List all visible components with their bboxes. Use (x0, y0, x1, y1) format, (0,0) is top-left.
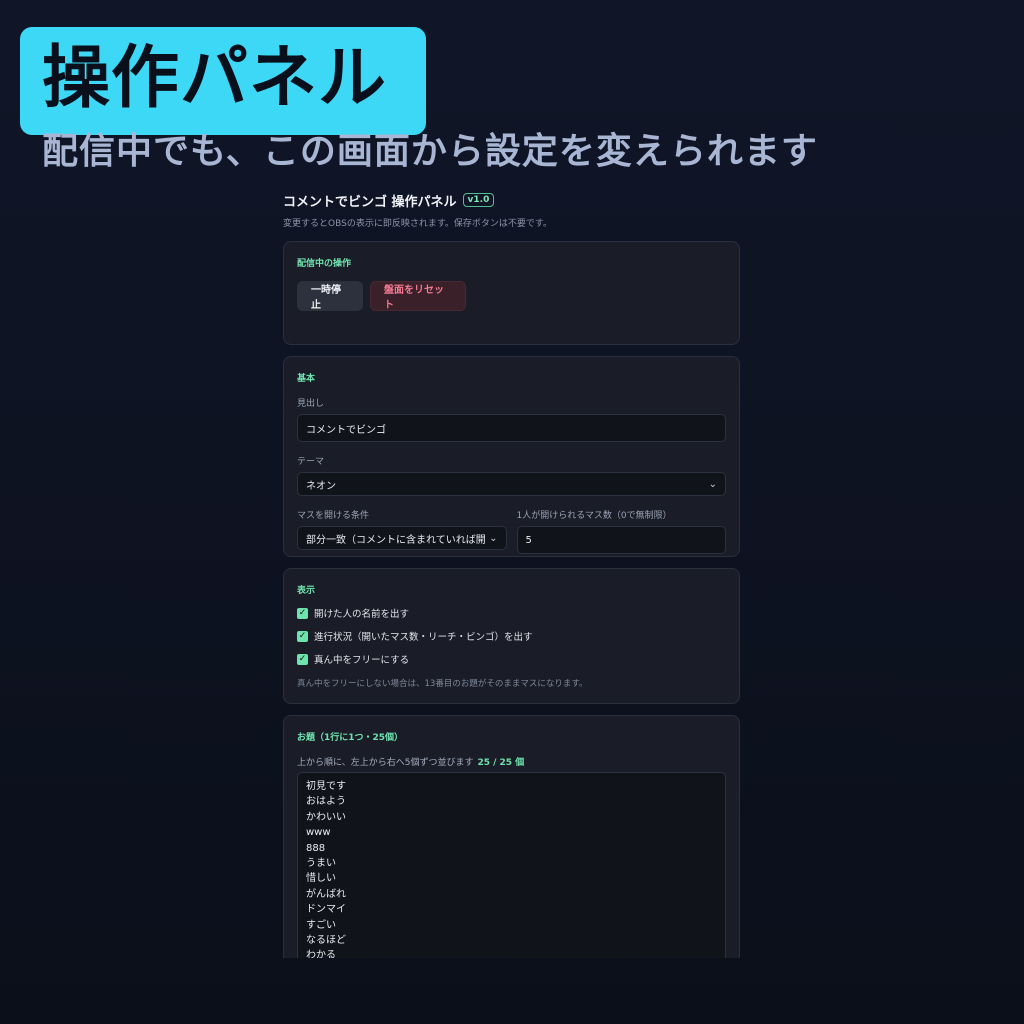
condition-select[interactable]: 部分一致（コメントに含まれていれば開 ⌄ (297, 526, 507, 550)
reset-board-button[interactable]: 盤面をリセット (370, 281, 466, 311)
theme-label: テーマ (297, 457, 325, 467)
topics-subtitle-text: 上から順に、左上から右へ5個ずつ並びます (297, 758, 474, 768)
topic-line: わかる (306, 950, 336, 958)
topics-subtitle: 上から順に、左上から右へ5個ずつ並びます 25 / 25 個 (297, 755, 726, 768)
topics-count: 25 / 25 個 (477, 758, 525, 768)
topic-line: www (306, 827, 331, 839)
pause-button[interactable]: 一時停止 (297, 281, 363, 311)
option-show-opener[interactable]: ✓ 開けた人の名前を出す (297, 606, 726, 620)
condition-label: マスを開ける条件 (297, 511, 370, 521)
checkbox-checked-icon[interactable]: ✓ (297, 653, 308, 665)
option-label: 開けた人の名前を出す (314, 609, 410, 620)
live-ops-card: 配信中の操作 一時停止 盤面をリセット (283, 241, 740, 345)
checkbox-checked-icon[interactable]: ✓ (297, 607, 308, 619)
topic-line: かわいい (306, 811, 346, 823)
topics-title: お題（1行に1つ・25個） (297, 733, 404, 743)
limit-input-value: 5 (525, 534, 532, 546)
control-panel: コメントでビンゴ 操作パネル v1.0 変更するとOBSの表示に即反映されます。… (283, 190, 740, 958)
topics-card: お題（1行に1つ・25個） 上から順に、左上から右へ5個ずつ並びます 25 / 2… (283, 715, 740, 958)
topic-line: おはよう (306, 796, 346, 808)
chevron-down-icon: ⌄ (708, 478, 717, 490)
topic-line: 惜しい (306, 873, 336, 885)
chevron-down-icon: ⌄ (489, 532, 498, 544)
display-title: 表示 (297, 586, 316, 596)
display-hint: 真ん中をフリーにしない場合は、13番目のお題がそのままマスになります。 (297, 679, 588, 689)
topics-textarea[interactable]: 初見です おはよう かわいい www 888 うまい 惜しい がんばれ ドンマイ… (297, 772, 726, 958)
checkbox-checked-icon[interactable]: ✓ (297, 630, 308, 642)
basic-title: 基本 (297, 374, 316, 384)
display-card: 表示 ✓ 開けた人の名前を出す ✓ 進行状況（開いたマス数・リーチ・ビンゴ）を出… (283, 568, 740, 704)
app-header: コメントでビンゴ 操作パネル v1.0 (283, 190, 740, 210)
hero-title: 操作パネル (42, 39, 388, 118)
basic-card: 基本 見出し コメントでビンゴ テーマ ネオン ⌄ マスを開ける条件 部分一致（… (283, 356, 740, 557)
option-label: 進行状況（開いたマス数・リーチ・ビンゴ）を出す (314, 632, 533, 643)
heading-input-value: コメントでビンゴ (306, 424, 386, 436)
topic-line: がんばれ (306, 888, 346, 900)
topic-line: うまい (306, 858, 336, 870)
hero-title-badge: 操作パネル (20, 27, 426, 135)
topic-line: ドンマイ (306, 904, 346, 916)
topic-line: 888 (306, 842, 326, 854)
limit-input[interactable]: 5 (516, 526, 726, 554)
option-label: 真ん中をフリーにする (314, 655, 410, 666)
hero-subtitle: 配信中でも、この画面から設定を変えられます (42, 131, 818, 172)
option-free-center[interactable]: ✓ 真ん中をフリーにする (297, 652, 726, 666)
app-description: 変更するとOBSの表示に即反映されます。保存ボタンは不要です。 (283, 219, 553, 229)
app-title: コメントでビンゴ 操作パネル (283, 194, 457, 210)
live-ops-title: 配信中の操作 (297, 259, 352, 269)
theme-select[interactable]: ネオン ⌄ (297, 472, 726, 496)
option-show-progress[interactable]: ✓ 進行状況（開いたマス数・リーチ・ビンゴ）を出す (297, 629, 726, 643)
topic-line: 初見です (306, 781, 346, 792)
limit-label: 1人が開けられるマス数（0で無制限） (516, 511, 672, 521)
topic-line: なるほど (306, 935, 346, 947)
heading-label: 見出し (297, 399, 325, 409)
topic-line: すごい (306, 919, 336, 931)
condition-select-value: 部分一致（コメントに含まれていれば開 (306, 534, 486, 546)
version-badge: v1.0 (462, 193, 495, 207)
heading-input[interactable]: コメントでビンゴ (297, 414, 726, 442)
theme-select-value: ネオン (306, 480, 336, 492)
